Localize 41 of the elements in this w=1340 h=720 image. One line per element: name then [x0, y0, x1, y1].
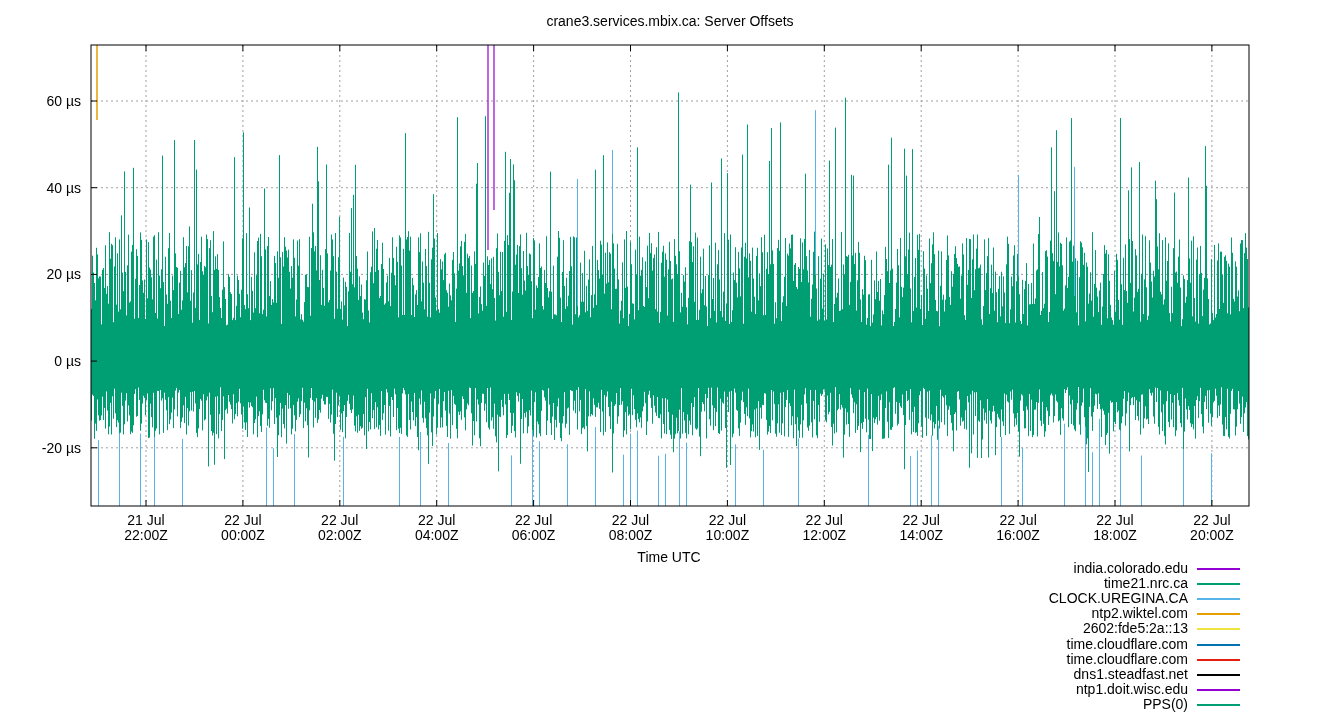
x-axis-date: 22 Jul — [321, 512, 359, 528]
x-axis-date: 22 Jul — [708, 512, 747, 528]
x-axis-date: 22 Jul — [1096, 512, 1134, 528]
x-axis-date: 22 Jul — [999, 512, 1037, 528]
y-axis-label: 20 µs — [46, 266, 81, 283]
legend-label: ntp1.doit.wisc.edu — [1075, 680, 1188, 697]
x-axis-time: 00:00Z — [221, 527, 265, 543]
x-axis-date: 21 Jul — [127, 512, 165, 528]
x-axis-time: 10:00Z — [705, 527, 750, 543]
legend-label: dns1.steadfast.net — [1073, 665, 1188, 682]
x-axis-time: 14:00Z — [899, 527, 943, 543]
x-axis-date: 22 Jul — [805, 512, 843, 528]
x-axis-time: 18:00Z — [1093, 527, 1137, 543]
x-axis-time: 16:00Z — [996, 527, 1040, 543]
x-axis-date: 22 Jul — [611, 512, 650, 528]
legend-label: ntp2.wiktel.com — [1091, 605, 1188, 622]
x-axis-time: 06:00Z — [511, 527, 556, 543]
y-axis-label: 60 µs — [46, 93, 81, 109]
x-axis-date: 22 Jul — [514, 512, 553, 528]
x-axis-time: 02:00Z — [318, 527, 362, 543]
y-axis-label: 40 µs — [46, 179, 81, 196]
x-axis-time: 20:00Z — [1190, 527, 1234, 543]
x-axis-date: 22 Jul — [1193, 512, 1231, 528]
x-axis-time: 12:00Z — [802, 527, 847, 543]
x-axis-date: 22 Jul — [418, 512, 456, 528]
y-axis-label: 0 µs — [54, 353, 81, 370]
x-axis-title: Time UTC — [637, 549, 701, 565]
legend-label: time21.nrc.ca — [1103, 575, 1188, 592]
x-axis-time: 08:00Z — [608, 527, 653, 543]
x-axis-time: 22:00Z — [124, 527, 168, 543]
legend-label: PPS(0) — [1142, 695, 1188, 712]
legend-label: 2602:fde5:2a::13 — [1082, 620, 1188, 637]
chart-title: crane3.services.mbix.ca: Server Offsets — [546, 13, 794, 29]
x-axis-date: 22 Jul — [902, 512, 940, 528]
y-axis-label: -20 µs — [41, 439, 81, 456]
x-axis-date: 22 Jul — [224, 512, 262, 528]
legend-label: CLOCK.UREGINA.CA — [1048, 590, 1188, 607]
legend-label: time.cloudflare.com — [1066, 635, 1188, 652]
legend-label: time.cloudflare.com — [1066, 650, 1188, 667]
legend-label: india.colorado.edu — [1073, 560, 1188, 576]
x-axis-time: 04:00Z — [414, 527, 459, 543]
